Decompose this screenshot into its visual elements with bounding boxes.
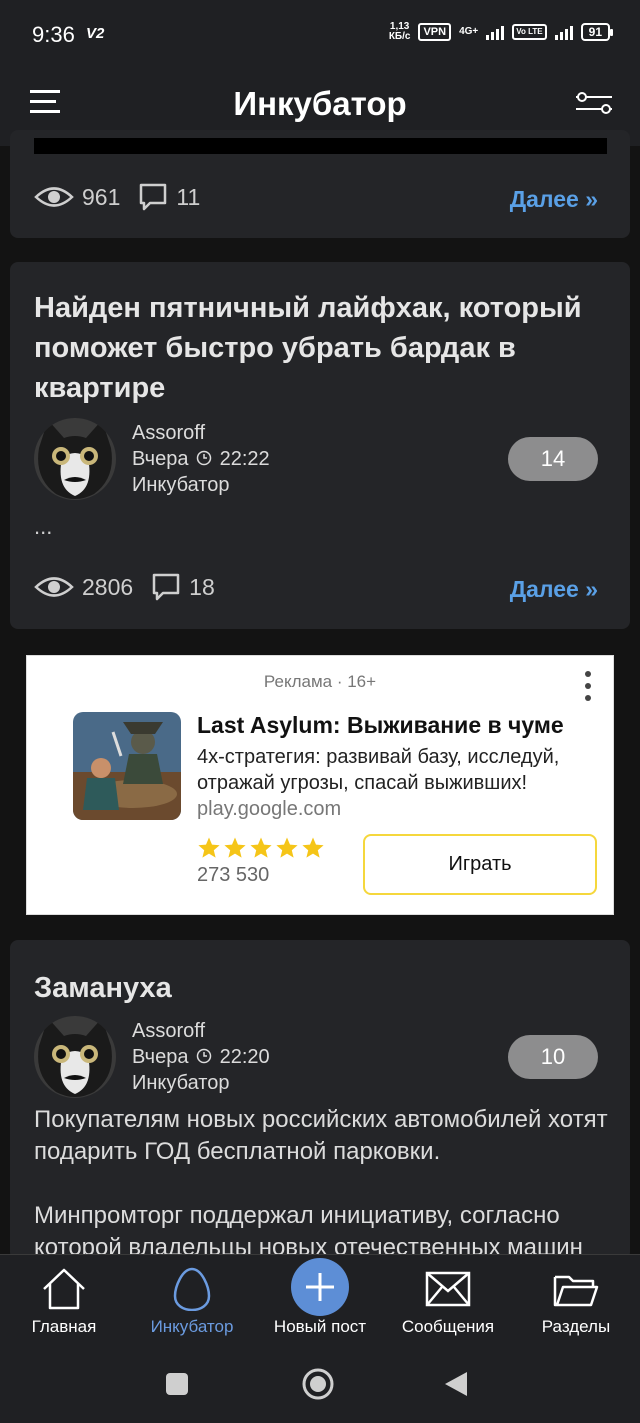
eye-icon <box>34 577 74 597</box>
nav-messages[interactable]: Сообщения <box>384 1255 512 1347</box>
filter-sliders-icon[interactable] <box>574 88 614 118</box>
post-datetime: Вчера 22:20 <box>132 1046 270 1068</box>
ad-banner[interactable]: Реклама · 16+ Last Asylum: Выживание в ч… <box>26 655 614 915</box>
author-name[interactable]: Assoroff <box>132 1018 270 1044</box>
comments-count[interactable]: 11 <box>176 184 200 211</box>
cat-avatar-image <box>34 418 116 500</box>
author-name[interactable]: Assoroff <box>132 420 270 446</box>
post-card: 961 11 Далее » <box>10 130 630 238</box>
ad-title[interactable]: Last Asylum: Выживание в чуме <box>197 712 564 739</box>
star-icon <box>250 837 272 858</box>
comments-count[interactable]: 18 <box>189 574 215 601</box>
system-nav-icons <box>166 1368 467 1400</box>
post-datetime: Вчера 22:22 <box>132 448 270 470</box>
ad-domain: play.google.com <box>197 798 342 820</box>
vpn-icon: VPN <box>418 23 452 41</box>
ad-app-icon[interactable] <box>73 712 181 820</box>
recents-icon[interactable] <box>166 1373 188 1395</box>
post-card: Найден пятничный лайфхак, который поможе… <box>10 262 630 629</box>
nav-label: Сообщения <box>401 1317 495 1336</box>
more-vertical-icon[interactable] <box>583 670 593 702</box>
star-icon <box>302 837 324 858</box>
read-more-link[interactable]: Далее » <box>510 576 598 603</box>
post-meta: Assoroff Вчера 22:22 Инкубатор <box>132 420 270 498</box>
avatar[interactable] <box>34 418 116 500</box>
cat-avatar-image <box>34 1016 116 1098</box>
comment-icon[interactable] <box>138 182 168 212</box>
star-icon <box>198 837 220 858</box>
ad-description: 4х-стратегия: развивай базу, исследуй, о… <box>197 746 560 794</box>
folder-icon <box>553 1275 599 1307</box>
post-section[interactable]: Инкубатор <box>132 1070 270 1096</box>
system-nav-bar <box>0 1346 640 1423</box>
post-section[interactable]: Инкубатор <box>132 472 270 498</box>
signal-icon-2 <box>554 24 573 40</box>
rating-stars <box>197 836 325 860</box>
net-type-label: 4G+ <box>459 26 479 37</box>
nav-incubator[interactable]: Инкубатор <box>128 1255 256 1347</box>
comment-icon[interactable] <box>151 572 181 602</box>
clock-icon <box>196 1048 212 1064</box>
post-stats: 2806 18 <box>34 572 215 602</box>
ad-label: Реклама · 16+ <box>263 672 377 691</box>
avatar[interactable] <box>34 1016 116 1098</box>
status-icons: 1,13 КБ/с VPN 4G+ Vo LTE 91 <box>388 21 614 42</box>
views-count: 2806 <box>82 573 134 600</box>
play-button[interactable]: Играть <box>363 834 597 895</box>
nav-label: Новый пост <box>273 1317 367 1336</box>
battery-icon: 91 <box>580 23 614 41</box>
post-paragraph: Покупателям новых российских автомобилей… <box>34 1106 608 1165</box>
nav-label: Инкубатор <box>150 1317 234 1336</box>
status-speed: 1,13 КБ/с <box>388 21 411 42</box>
screen: 9:36 V2 1,13 КБ/с VPN 4G+ Vo LTE 91 Инку… <box>0 0 640 1423</box>
bottom-nav: Главная Инкубатор Новый пост Сообщения Р… <box>0 1254 640 1346</box>
post-media <box>34 138 607 154</box>
plus-icon <box>306 1273 334 1301</box>
post-title[interactable]: Замануха <box>34 968 606 1008</box>
post-stats: 961 11 <box>34 182 200 212</box>
envelope-icon <box>425 1271 471 1307</box>
views-count: 961 <box>82 183 121 210</box>
rating-badge[interactable]: 14 <box>508 437 598 481</box>
clock-icon <box>196 450 212 466</box>
status-network-tag: V2 <box>86 25 105 42</box>
eye-icon <box>34 187 74 207</box>
status-time: 9:36 <box>32 22 75 47</box>
nav-label: Главная <box>31 1317 97 1336</box>
volte-icon: Vo LTE <box>512 24 547 40</box>
page-title: Инкубатор <box>233 85 407 122</box>
new-post-button[interactable] <box>291 1258 349 1316</box>
home-icon <box>43 1268 85 1310</box>
nav-home[interactable]: Главная <box>0 1255 128 1347</box>
post-card: Замануха Assoroff Вчера 22:20 Инкубатор … <box>10 940 630 1261</box>
star-icon <box>276 837 298 858</box>
back-icon[interactable] <box>445 1372 467 1396</box>
post-excerpt: ... <box>34 514 53 539</box>
status-bar: 9:36 V2 1,13 КБ/с VPN 4G+ Vo LTE 91 <box>0 0 640 66</box>
signal-icon <box>486 24 505 40</box>
nav-label: Разделы <box>541 1317 611 1336</box>
post-meta: Assoroff Вчера 22:20 Инкубатор <box>132 1018 270 1096</box>
post-title[interactable]: Найден пятничный лайфхак, который поможе… <box>34 288 606 408</box>
game-art-image <box>73 712 181 820</box>
star-icon <box>224 837 246 858</box>
rating-count: 273 530 <box>197 864 270 886</box>
read-more-link[interactable]: Далее » <box>510 186 598 213</box>
egg-icon <box>173 1267 211 1311</box>
nav-sections[interactable]: Разделы <box>512 1255 640 1347</box>
rating-badge[interactable]: 10 <box>508 1035 598 1079</box>
nav-new-post[interactable]: Новый пост <box>256 1255 384 1347</box>
